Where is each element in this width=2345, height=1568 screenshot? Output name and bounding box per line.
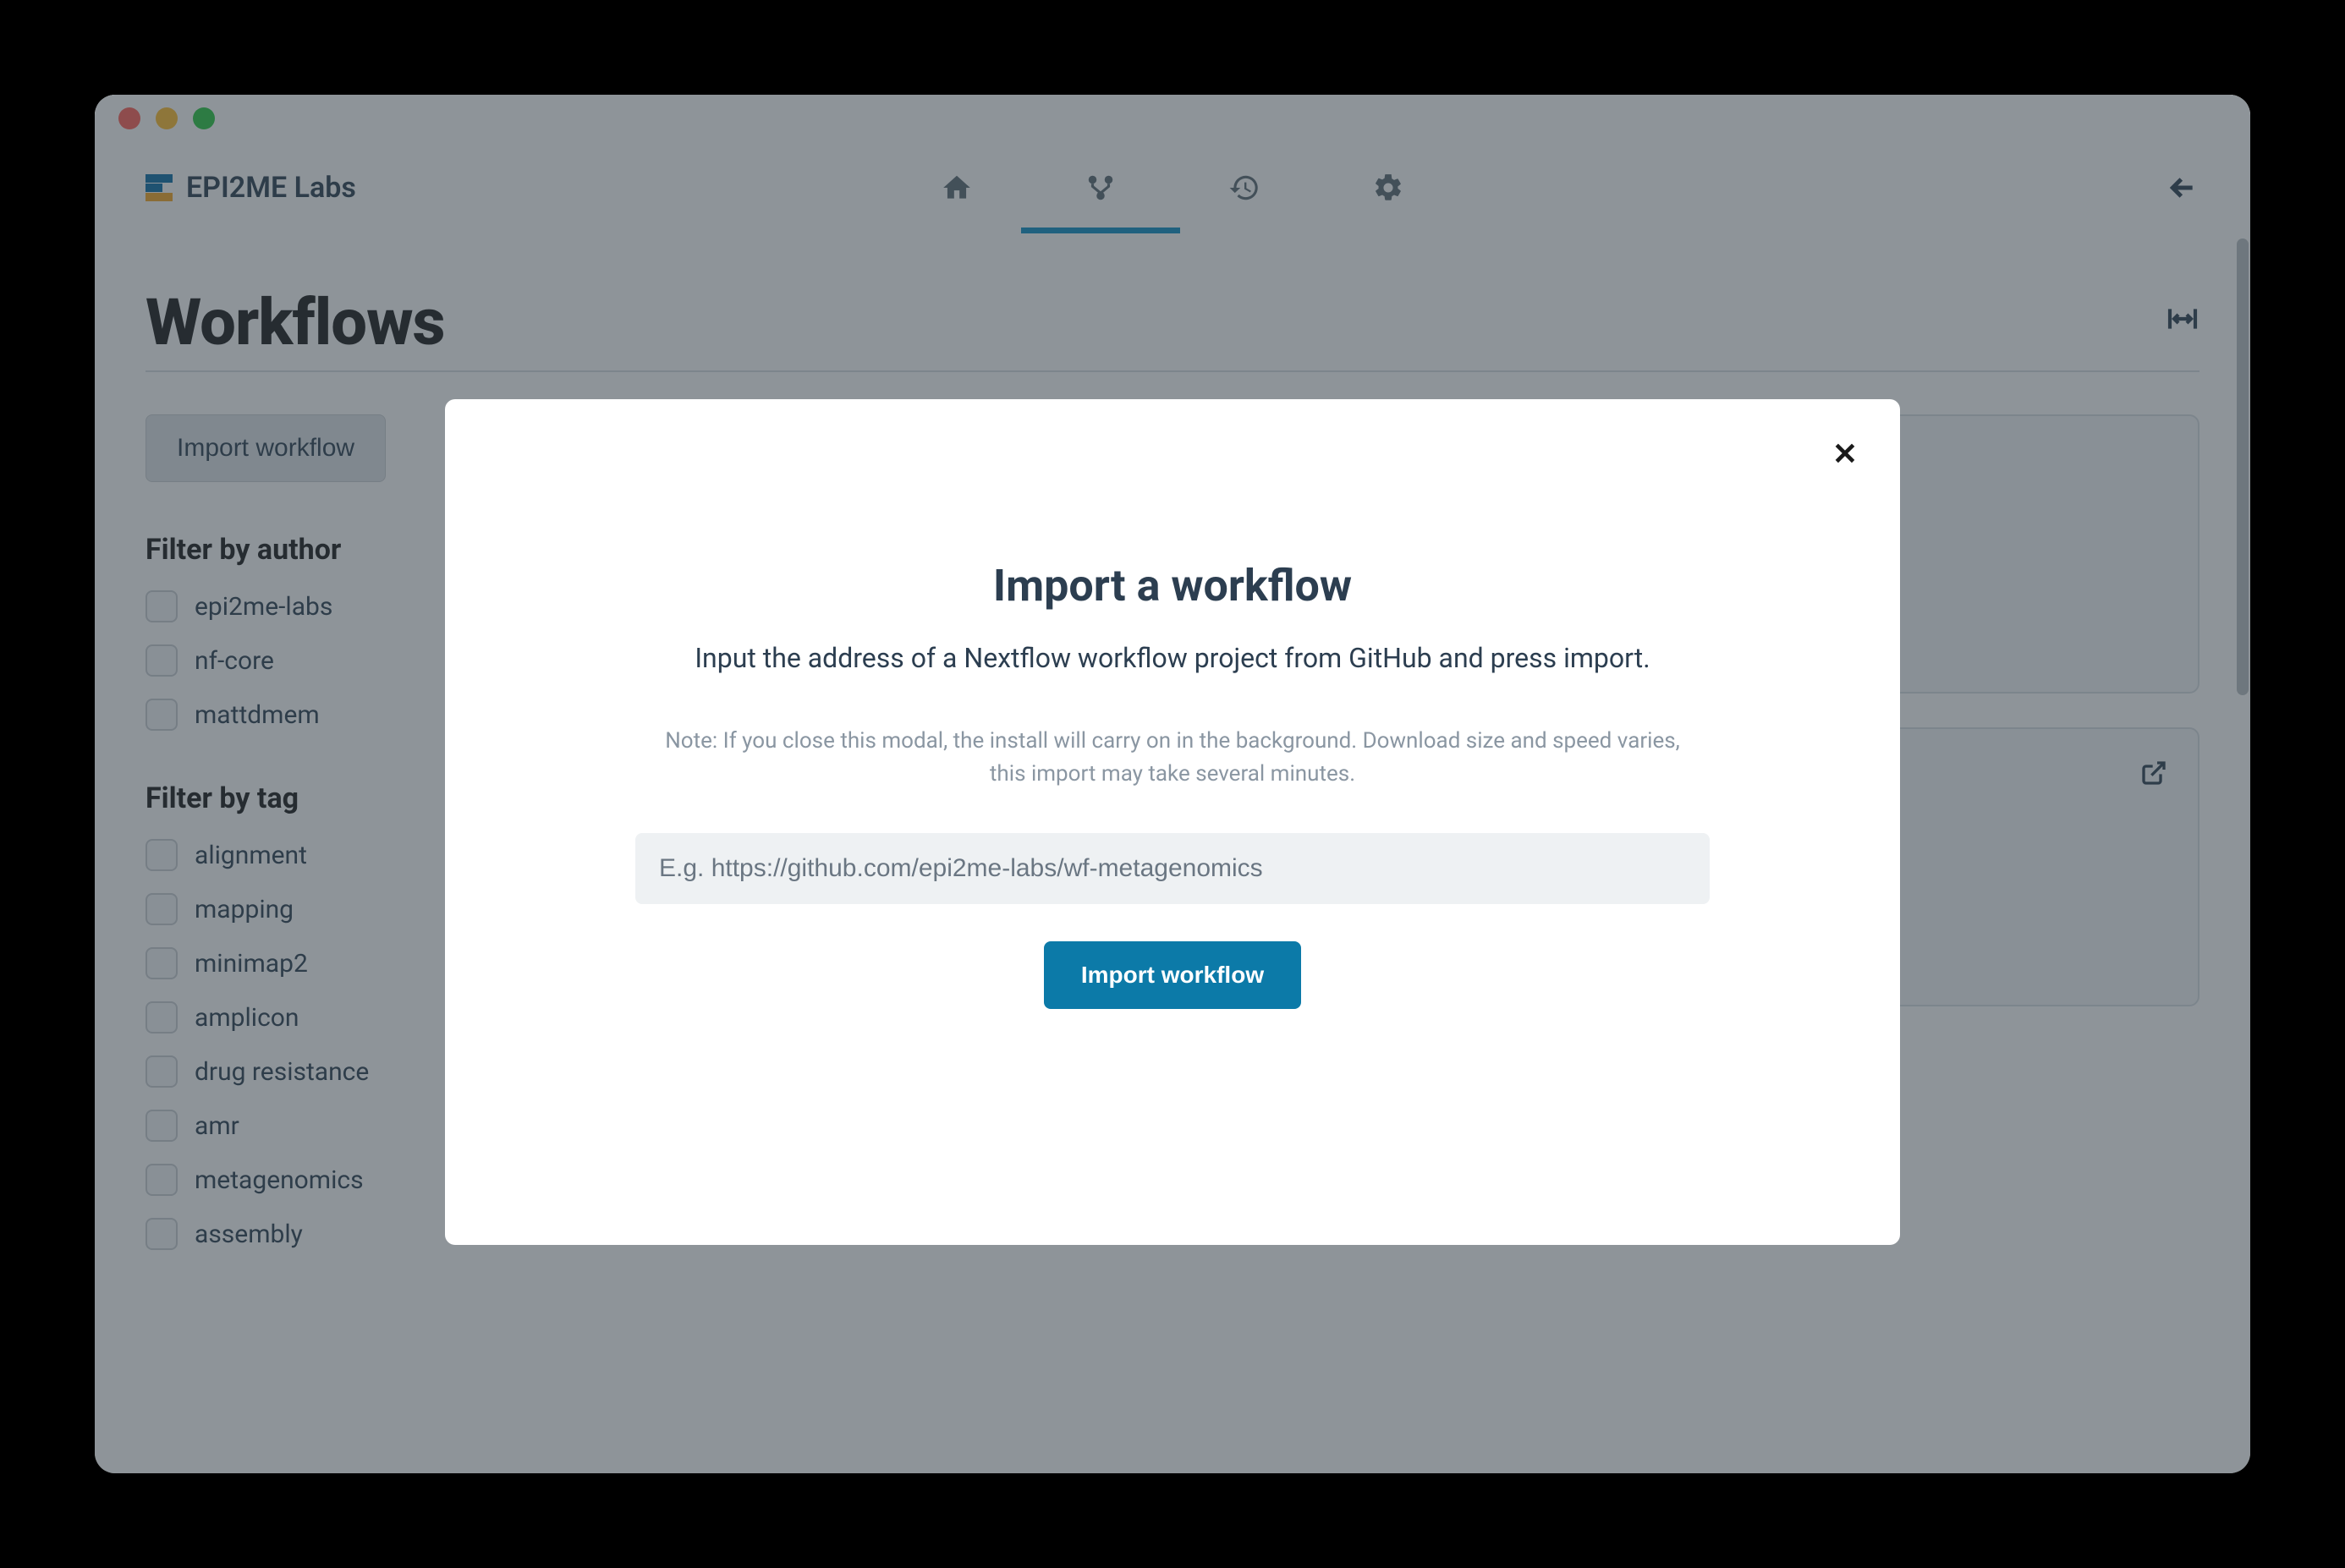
import-workflow-submit-button[interactable]: Import workflow bbox=[1044, 941, 1301, 1009]
close-icon[interactable]: ✕ bbox=[1832, 436, 1858, 472]
import-workflow-modal: ✕ Import a workflow Input the address of… bbox=[445, 399, 1900, 1245]
app-window: EPI2ME Labs Workflows bbox=[95, 95, 2250, 1473]
modal-subtitle: Input the address of a Nextflow workflow… bbox=[487, 642, 1858, 674]
workflow-url-input[interactable] bbox=[635, 833, 1710, 904]
modal-note: Note: If you close this modal, the insta… bbox=[665, 725, 1680, 791]
modal-overlay: ✕ Import a workflow Input the address of… bbox=[95, 95, 2250, 1473]
modal-title: Import a workflow bbox=[487, 560, 1858, 611]
